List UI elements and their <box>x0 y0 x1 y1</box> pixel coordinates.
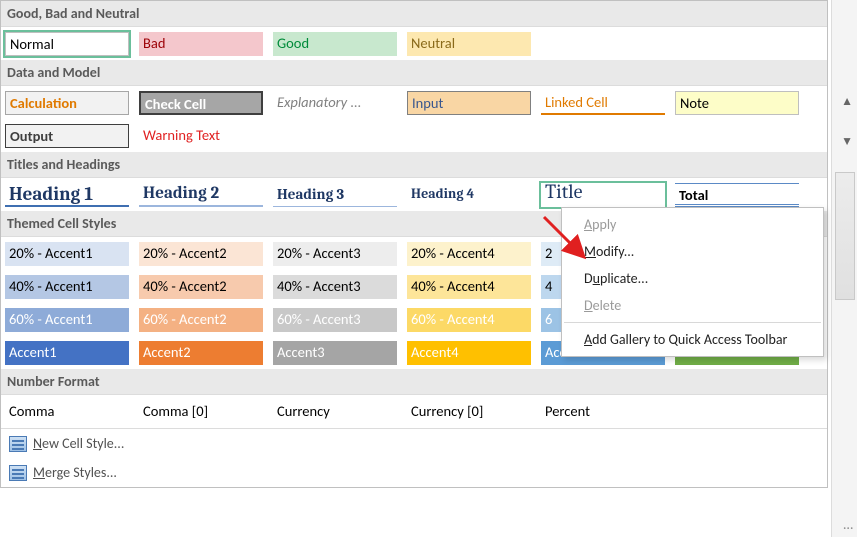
style-40-accent2[interactable]: 40% - Accent2 <box>139 275 263 299</box>
style-heading1[interactable]: Heading 1 <box>5 183 129 207</box>
style-40-accent5[interactable]: 4 <box>541 275 561 299</box>
section-good-bad-neutral: Good, Bad and Neutral <box>1 1 827 27</box>
style-40-accent3[interactable]: 40% - Accent3 <box>273 275 397 299</box>
style-calculation[interactable]: Calculation <box>5 91 129 115</box>
new-cell-style-label: ew Cell Style... <box>42 435 124 452</box>
styles-icon <box>9 465 27 481</box>
style-neutral[interactable]: Neutral <box>407 32 531 56</box>
style-comma0[interactable]: Comma [0] <box>139 400 263 424</box>
style-20-accent5[interactable]: 2 <box>541 242 561 266</box>
context-menu: Apply Modify... Duplicate... Delete Add … <box>561 207 824 357</box>
style-normal[interactable]: Normal <box>5 32 129 56</box>
style-accent4[interactable]: Accent4 <box>407 341 531 365</box>
style-40-accent1[interactable]: 40% - Accent1 <box>5 275 129 299</box>
style-60-accent4[interactable]: 60% - Accent4 <box>407 308 531 332</box>
section-number-format: Number Format <box>1 369 827 395</box>
more-icon: … <box>843 516 853 533</box>
style-good[interactable]: Good <box>273 32 397 56</box>
style-currency[interactable]: Currency <box>273 400 397 424</box>
section-titles-headings: Titles and Headings <box>1 152 827 178</box>
style-accent1[interactable]: Accent1 <box>5 341 129 365</box>
style-accent3[interactable]: Accent3 <box>273 341 397 365</box>
style-comma[interactable]: Comma <box>5 400 129 424</box>
style-percent[interactable]: Percent <box>541 400 665 424</box>
style-60-accent1[interactable]: 60% - Accent1 <box>5 308 129 332</box>
style-output[interactable]: Output <box>5 124 129 148</box>
style-40-accent4[interactable]: 40% - Accent4 <box>407 275 531 299</box>
scroll-down-icon[interactable]: ▼ <box>841 134 853 149</box>
style-warning-text[interactable]: Warning Text <box>139 124 263 148</box>
style-20-accent1[interactable]: 20% - Accent1 <box>5 242 129 266</box>
merge-styles-label: erge Styles... <box>45 464 117 481</box>
style-20-accent4[interactable]: 20% - Accent4 <box>407 242 531 266</box>
merge-styles[interactable]: Merge Styles... <box>1 458 827 487</box>
style-linked-cell[interactable]: Linked Cell <box>541 91 665 115</box>
style-60-accent3[interactable]: 60% - Accent3 <box>273 308 397 332</box>
style-input[interactable]: Input <box>407 91 531 115</box>
ctx-modify[interactable]: Modify... <box>562 238 823 265</box>
style-total[interactable]: Total <box>675 183 799 207</box>
style-60-accent2[interactable]: 60% - Accent2 <box>139 308 263 332</box>
style-60-accent5[interactable]: 6 <box>541 308 561 332</box>
ctx-add-to-qat[interactable]: Add Gallery to Quick Access Toolbar <box>562 326 823 353</box>
scroll-thumb[interactable] <box>835 172 855 300</box>
style-heading2[interactable]: Heading 2 <box>139 183 263 207</box>
scroll-up-icon[interactable]: ▲ <box>841 94 853 109</box>
scrollbar-rail[interactable]: ▲ ▼ … <box>831 0 857 537</box>
style-note[interactable]: Note <box>675 91 799 115</box>
section-data-model: Data and Model <box>1 60 827 86</box>
style-heading4[interactable]: Heading 4 <box>407 183 531 207</box>
style-explanatory[interactable]: Explanatory ... <box>273 91 397 115</box>
style-accent2[interactable]: Accent2 <box>139 341 263 365</box>
ctx-delete: Delete <box>562 292 823 319</box>
ctx-separator <box>564 322 821 323</box>
style-bad[interactable]: Bad <box>139 32 263 56</box>
style-20-accent2[interactable]: 20% - Accent2 <box>139 242 263 266</box>
new-cell-style[interactable]: New Cell Style... <box>1 429 827 458</box>
style-heading3[interactable]: Heading 3 <box>273 183 397 207</box>
ctx-apply: Apply <box>562 211 823 238</box>
style-check-cell[interactable]: Check Cell <box>139 91 263 115</box>
styles-icon <box>9 436 27 452</box>
ctx-duplicate[interactable]: Duplicate... <box>562 265 823 292</box>
style-20-accent3[interactable]: 20% - Accent3 <box>273 242 397 266</box>
style-currency0[interactable]: Currency [0] <box>407 400 531 424</box>
style-title[interactable]: Title <box>541 183 665 207</box>
